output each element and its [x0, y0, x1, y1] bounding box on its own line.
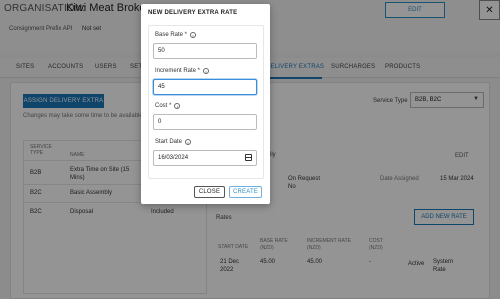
start-date-value: 16/03/2024	[158, 155, 189, 161]
base-rate-label: Base Rate * i	[155, 32, 197, 38]
increment-rate-label: Increment Rate * i	[155, 68, 210, 74]
calendar-icon[interactable]	[245, 154, 252, 161]
increment-rate-label-text: Increment Rate *	[155, 68, 201, 74]
start-date-label: Start Date i	[155, 139, 192, 145]
start-date-input[interactable]: 16/03/2024	[153, 150, 257, 166]
info-icon[interactable]: i	[185, 139, 192, 145]
base-rate-value: 50	[158, 48, 165, 54]
cost-label: Cost * i	[155, 103, 181, 109]
info-icon[interactable]: i	[174, 103, 181, 109]
cost-label-text: Cost *	[155, 103, 172, 109]
create-button[interactable]: CREATE	[229, 186, 262, 198]
dialog-title: NEW DELIVERY EXTRA RATE	[148, 10, 238, 16]
base-rate-input[interactable]: 50	[153, 43, 257, 59]
start-date-label-text: Start Date	[155, 139, 183, 145]
increment-rate-value: 45	[158, 84, 165, 90]
info-icon[interactable]: i	[190, 32, 197, 38]
close-button[interactable]: CLOSE	[194, 186, 225, 198]
base-rate-label-text: Base Rate *	[155, 32, 188, 38]
info-icon[interactable]: i	[203, 68, 210, 74]
cost-value: 0	[158, 119, 162, 125]
increment-rate-input[interactable]: 45	[153, 79, 257, 95]
cost-input[interactable]: 0	[153, 114, 257, 130]
